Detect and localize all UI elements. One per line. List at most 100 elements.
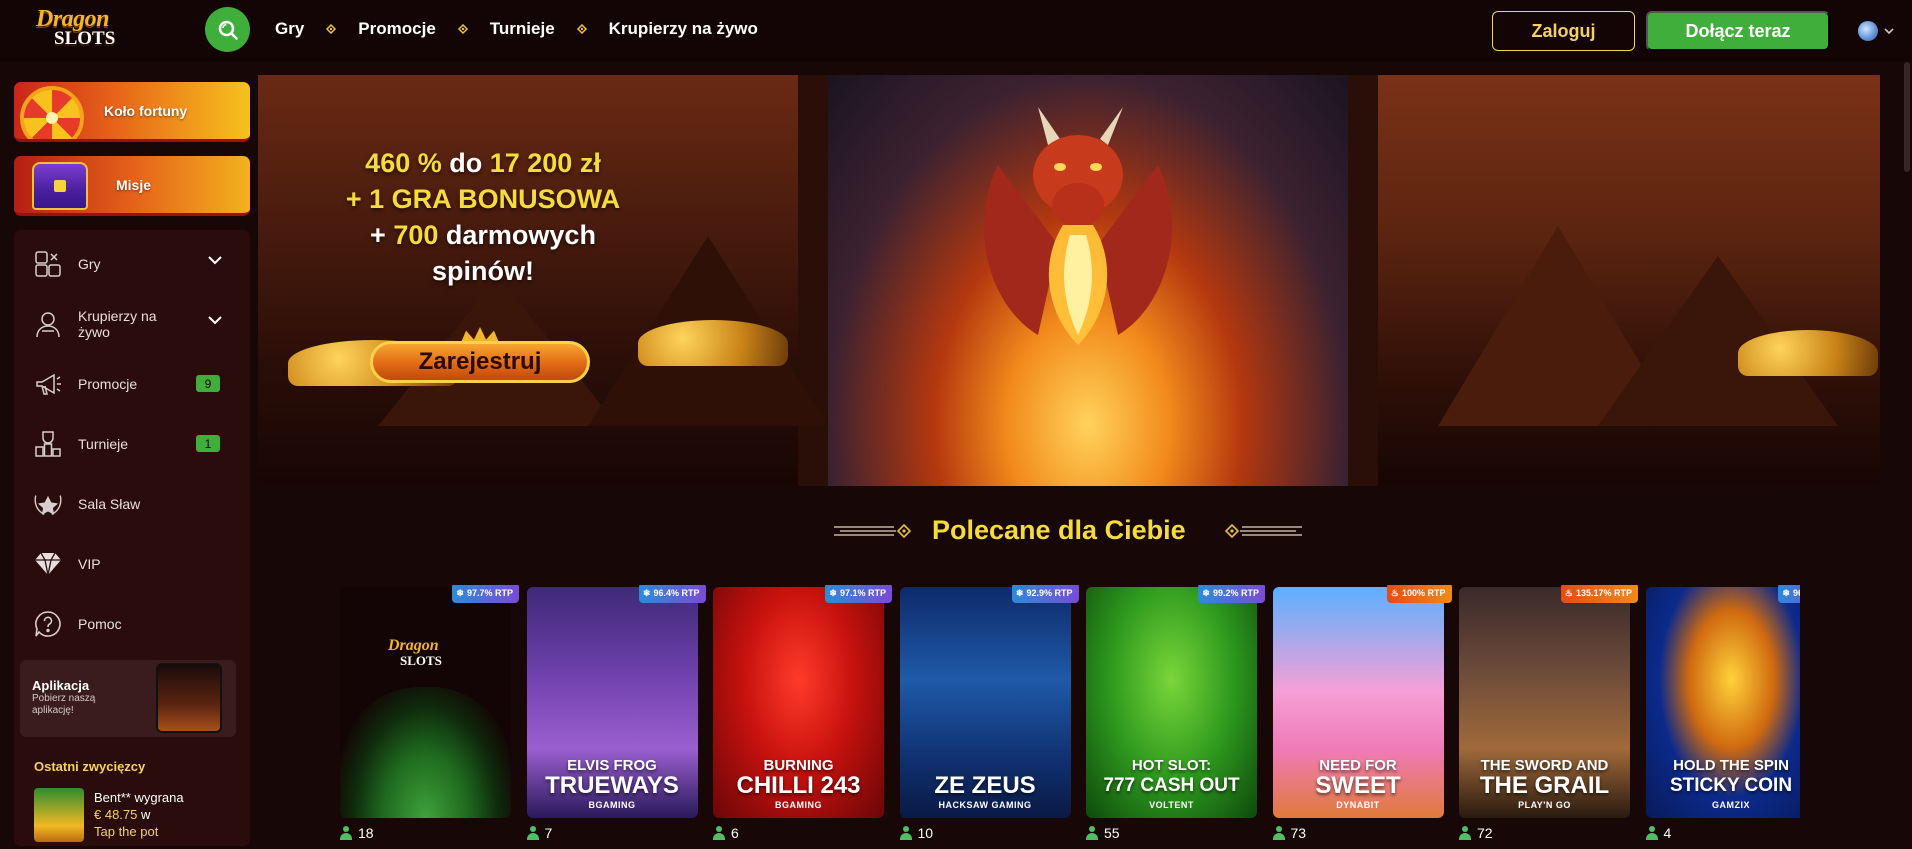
recommended-section-title: Polecane dla Ciebie bbox=[932, 515, 1186, 545]
logo-slots-text: SLOTS bbox=[54, 28, 116, 49]
search-button[interactable] bbox=[205, 7, 250, 52]
title-ornament-right-icon bbox=[1224, 523, 1302, 539]
sidebar-item-label: Promocje bbox=[78, 376, 138, 392]
hero-spins-text: darmowych bbox=[438, 220, 596, 250]
wheel-of-fortune-card[interactable]: Koło fortuny bbox=[14, 82, 250, 142]
join-button[interactable]: Dołącz teraz bbox=[1646, 11, 1830, 51]
title-ornament-left-icon bbox=[834, 523, 912, 539]
tournaments-count-badge: 1 bbox=[196, 435, 220, 452]
winner-game-thumbnail[interactable] bbox=[34, 788, 84, 842]
snowflake-icon: ❄ bbox=[1015, 587, 1024, 598]
chevron-down-icon[interactable] bbox=[208, 256, 222, 265]
sidebar-item-help[interactable]: Pomoc bbox=[14, 594, 250, 654]
winner-amount-line: € 48.75 w bbox=[94, 807, 150, 822]
user-icon bbox=[1459, 826, 1471, 840]
sidebar-item-label: VIP bbox=[78, 556, 101, 572]
nav-tournaments[interactable]: Turnieje bbox=[490, 19, 555, 39]
game-title-prefix: HOLD THE SPIN bbox=[1673, 757, 1789, 774]
games-icon bbox=[32, 248, 64, 280]
rtp-value: 99.2% RTP bbox=[1212, 588, 1259, 598]
rtp-badge: ♨ 135.17% RTP bbox=[1560, 585, 1638, 603]
game-title: STICKY COIN bbox=[1669, 775, 1793, 796]
gold-coins-pile bbox=[638, 320, 788, 366]
rtp-value: 96.4% RTP bbox=[653, 588, 700, 598]
hero-line-2: + 1 GRA BONUSOWA bbox=[345, 184, 621, 214]
game-tile[interactable]: Dragon SLOTS bbox=[340, 587, 511, 818]
dragon-illustration bbox=[983, 107, 1173, 345]
recommended-games-row: Dragon SLOTS ❄ 97.7% RTP 18 ELVIS FROG TRUEWAY… bbox=[340, 585, 1800, 849]
user-icon bbox=[1272, 826, 1285, 840]
rtp-badge: ❄ 92.9% RTP bbox=[1011, 585, 1079, 603]
sidebar-item-label: Gry bbox=[78, 256, 101, 272]
recent-winners-title: Ostatni zwycięzcy bbox=[34, 759, 146, 774]
game-provider: VOLTENT bbox=[1149, 800, 1194, 810]
language-selector[interactable] bbox=[1858, 21, 1894, 41]
tournament-icon bbox=[32, 428, 64, 460]
search-icon bbox=[218, 20, 238, 40]
game-tile[interactable]: THE SWORD AND THE GRAIL PLAY'N GO bbox=[1459, 587, 1630, 818]
sidebar-menu: Gry Krupierzy na żywo Promocje 9 Turniej… bbox=[14, 230, 250, 846]
game-tile[interactable]: NEED FOR SWEET DYNABIT bbox=[1272, 587, 1444, 818]
players-count-value: 73 bbox=[1290, 825, 1307, 841]
winner-amount: € 48.75 bbox=[94, 807, 138, 822]
game-provider: HACKSAW GAMING bbox=[938, 800, 1032, 810]
sidebar-item-vip[interactable]: VIP bbox=[14, 534, 250, 594]
diamond-icon bbox=[32, 548, 64, 580]
nav-promotions[interactable]: Promocje bbox=[358, 19, 435, 39]
hero-plus: + bbox=[370, 220, 394, 250]
chevron-down-icon bbox=[1884, 27, 1894, 34]
game-tile[interactable]: HOLD THE SPIN STICKY COIN GAMZIX bbox=[1645, 587, 1800, 818]
rtp-value: 135.17% RTP bbox=[1575, 588, 1632, 598]
sidebar-item-games[interactable]: Gry bbox=[14, 234, 250, 294]
promotions-count-badge: 9 bbox=[196, 375, 220, 392]
dragon-artwork bbox=[828, 75, 1348, 486]
megaphone-icon bbox=[32, 368, 64, 400]
rtp-badge: ❄96.4% bbox=[1778, 585, 1800, 603]
game-tile[interactable]: ZE ZEUS HACKSAW GAMING bbox=[899, 587, 1071, 818]
register-cta-button[interactable]: Zarejestruj bbox=[362, 327, 598, 393]
sidebar-item-tournaments[interactable]: Turnieje 1 bbox=[14, 414, 250, 474]
game-provider: BGAMING bbox=[775, 800, 822, 810]
winner-entry: Bent** wygrana € 48.75 w Tap the pot bbox=[34, 788, 250, 842]
winner-amount-suffix: w bbox=[137, 807, 151, 822]
game-tile[interactable]: BURNING CHILLI 243 BGAMING bbox=[713, 587, 884, 818]
game-title: TRUEWAYS bbox=[545, 772, 679, 799]
hero-connector: do bbox=[441, 148, 490, 178]
login-button[interactable]: Zaloguj bbox=[1492, 11, 1635, 51]
help-icon bbox=[32, 608, 64, 640]
sidebar-item-label: Krupierzy na żywo bbox=[78, 308, 157, 340]
user-icon bbox=[526, 826, 539, 840]
sidebar-item-live-dealers[interactable]: Krupierzy na żywo bbox=[14, 294, 250, 354]
placeholder-logo-bottom: SLOTS bbox=[400, 653, 442, 668]
rtp-badge: ❄ 97.1% RTP bbox=[825, 585, 892, 603]
players-count: 73 bbox=[1272, 825, 1307, 841]
snowflake-icon: ❄ bbox=[1782, 587, 1790, 598]
missions-card[interactable]: Misje bbox=[14, 156, 250, 216]
chevron-down-icon[interactable] bbox=[208, 316, 222, 325]
winner-game-link[interactable]: Tap the pot bbox=[94, 824, 158, 839]
sidebar-item-hall-of-fame[interactable]: Sala Sław bbox=[14, 474, 250, 534]
players-count: 6 bbox=[713, 825, 739, 841]
game-provider: BGAMING bbox=[588, 800, 636, 810]
game-tile[interactable]: ELVIS FROG TRUEWAYS BGAMING bbox=[526, 587, 698, 818]
game-provider: PLAY'N GO bbox=[1518, 800, 1571, 810]
game-title-prefix: HOT SLOT: bbox=[1131, 757, 1212, 774]
app-download-card[interactable]: Aplikacja Pobierz naszą aplikację! bbox=[20, 660, 236, 737]
rtp-value: 92.9% RTP bbox=[1026, 588, 1073, 598]
nav-live-dealers[interactable]: Krupierzy na żywo bbox=[609, 19, 758, 39]
site-logo[interactable]: Dragon SLOTS bbox=[32, 6, 142, 50]
page-scrollbar[interactable] bbox=[1904, 62, 1910, 172]
game-tile[interactable]: HOT SLOT: 777 CASH OUT VOLTENT bbox=[1086, 587, 1257, 818]
snowflake-icon: ❄ bbox=[829, 587, 837, 598]
nav-games[interactable]: Gry bbox=[275, 19, 304, 39]
sidebar-item-promotions[interactable]: Promocje 9 bbox=[14, 354, 250, 414]
snowflake-icon: ❄ bbox=[456, 587, 464, 598]
hero-line-3: + 700 darmowych bbox=[318, 217, 648, 253]
user-icon bbox=[340, 826, 352, 840]
game-title: 777 CASH OUT bbox=[1103, 775, 1240, 796]
game-title: THE GRAIL bbox=[1479, 772, 1610, 799]
game-title: CHILLI 243 bbox=[736, 772, 861, 799]
players-count: 4 bbox=[1645, 825, 1671, 841]
phone-mockup-image bbox=[156, 663, 222, 733]
app-card-description: Pobierz naszą aplikację! bbox=[32, 693, 96, 716]
